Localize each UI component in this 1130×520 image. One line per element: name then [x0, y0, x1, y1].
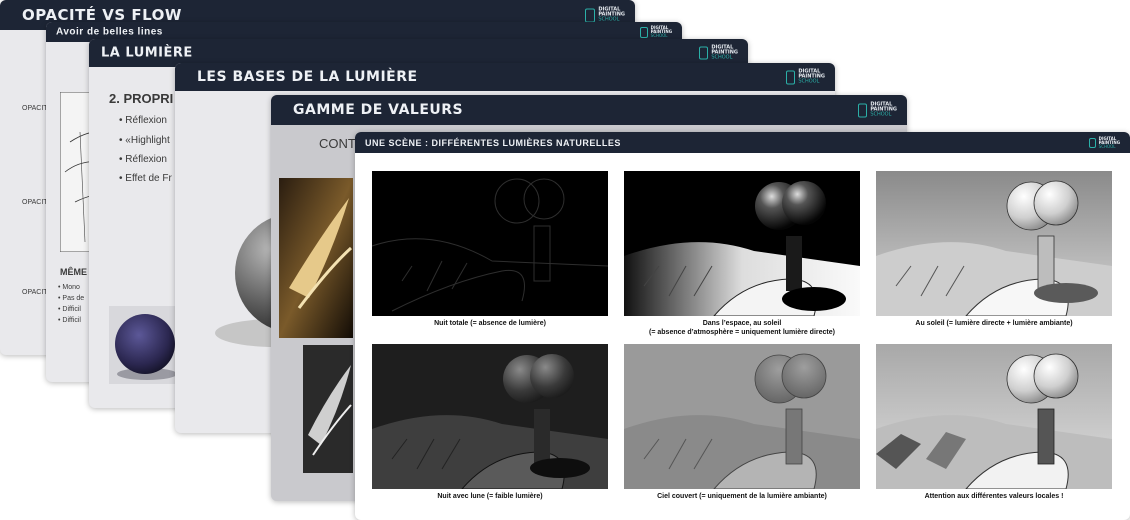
slide-title: LES BASES DE LA LUMIÈRE	[197, 69, 418, 85]
slide-header: GAMME DE VALEURS DIGITAL PAINTING SCHOOL	[271, 95, 907, 125]
purple-sphere-image	[109, 306, 179, 384]
slide-title: LA LUMIÈRE	[101, 45, 193, 61]
digital-painting-school-logo: DIGITAL PAINTING SCHOOL	[699, 45, 738, 61]
bullet-item: • Réflexion	[119, 115, 167, 126]
bullet-item: • Difficil	[58, 306, 81, 313]
bullet-item: • Réflexion	[119, 154, 167, 165]
digital-painting-school-logo: DIGITAL PAINTING SCHOOL	[639, 26, 672, 38]
angel-greyscale-image	[303, 345, 353, 473]
digital-painting-school-logo: DIGITAL PAINTING SCHOOL	[786, 69, 825, 85]
scene-panel-nuit-totale	[372, 171, 608, 316]
bullet-item: • Difficil	[58, 317, 81, 324]
scene-panel-valeurs-locales	[876, 344, 1112, 489]
bullet-item: • Pas de	[58, 295, 85, 302]
section-heading: 2. PROPRI	[109, 91, 174, 106]
bullet-item: • Mono	[58, 284, 80, 291]
panel-caption: Nuit totale (= absence de lumière)	[434, 320, 546, 327]
scene-panel-soleil	[876, 171, 1112, 316]
slide-header: LES BASES DE LA LUMIÈRE DIGITAL PAINTING S…	[175, 63, 835, 91]
scene-panel-ciel-couvert	[624, 344, 860, 489]
slide-title: GAMME DE VALEURS	[293, 102, 464, 118]
digital-painting-school-logo: DIGITAL PAINTING SCHOOL	[858, 102, 897, 118]
panel-caption: Nuit avec lune (= faible lumière)	[437, 493, 543, 500]
slide-scene-lumieres[interactable]: UNE SCÈNE : DIFFÉRENTES LUMIÈRES NATUREL…	[355, 132, 1130, 520]
section-heading: MÊME	[60, 267, 87, 277]
slide-header: UNE SCÈNE : DIFFÉRENTES LUMIÈRES NATUREL…	[355, 132, 1130, 153]
digital-painting-school-logo: DIGITAL PAINTING SCHOOL	[585, 7, 625, 23]
angel-painting-image	[279, 178, 353, 338]
section-heading: CONT	[319, 136, 356, 151]
bullet-item: • «Highlight	[119, 135, 170, 146]
panel-caption: Ciel couvert (= uniquement de la lumière…	[657, 493, 827, 500]
bullet-item: • Effet de Fr	[119, 173, 172, 184]
slide-title: UNE SCÈNE : DIFFÉRENTES LUMIÈRES NATUREL…	[365, 137, 621, 148]
slide-title: Avoir de belles lines	[56, 26, 163, 38]
panel-caption: Attention aux différentes valeurs locale…	[924, 493, 1064, 500]
scene-panel-nuit-lune	[372, 344, 608, 489]
scene-panel-espace-soleil	[624, 171, 860, 316]
panel-caption: Dans l’espace, au soleil (= absence d’atm…	[649, 320, 835, 336]
digital-painting-school-logo: DIGITAL PAINTING SCHOOL	[1088, 136, 1120, 149]
panel-caption: Au soleil (= lumière directe + lumière a…	[915, 320, 1073, 327]
